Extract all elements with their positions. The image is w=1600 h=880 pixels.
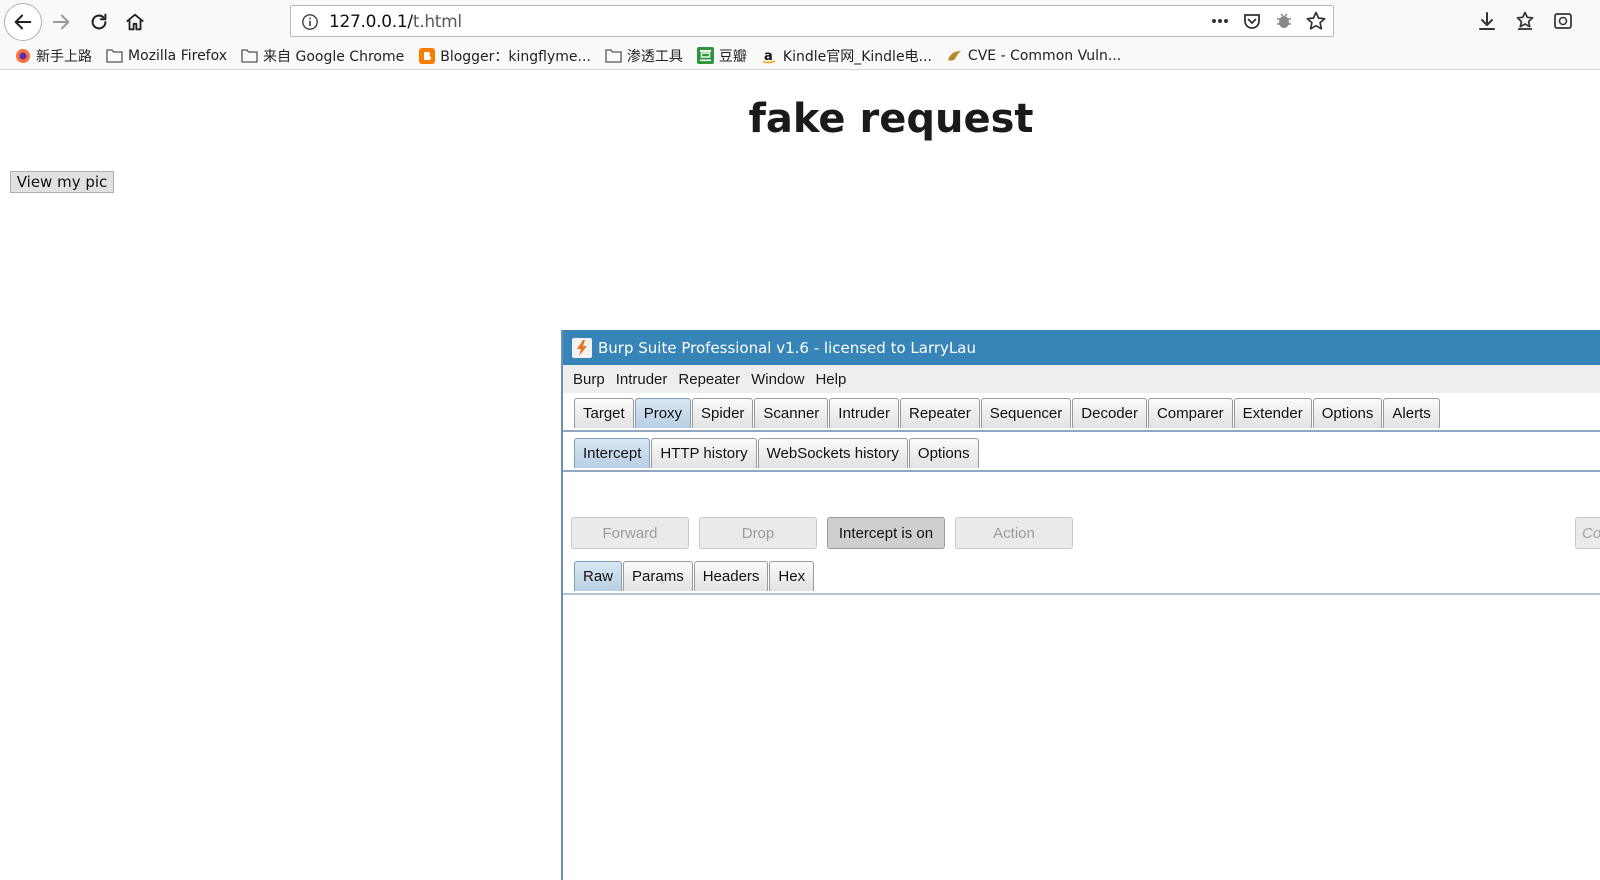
- proxy-sub-tabs: Intercept HTTP history WebSockets histor…: [563, 438, 1600, 472]
- bookmark-folder[interactable]: 渗透工具: [605, 46, 683, 66]
- firefox-icon: [14, 47, 31, 64]
- bookmark-label: 来自 Google Chrome: [263, 48, 405, 65]
- tab-http-history[interactable]: HTTP history: [651, 438, 757, 468]
- bookmark-label: 新手上路: [36, 48, 92, 65]
- bookmark-label: Mozilla Firefox: [128, 47, 228, 64]
- bookmark-label: 渗透工具: [626, 48, 683, 65]
- folder-icon: [605, 47, 622, 64]
- reload-icon: [91, 13, 107, 30]
- menu-window[interactable]: Window: [751, 371, 804, 388]
- forward-arrow-icon: [52, 14, 70, 30]
- forward-button[interactable]: Forward: [571, 517, 689, 549]
- burp-main-tabs: Target Proxy Spider Scanner Intruder Rep…: [563, 398, 1600, 432]
- burp-suite-window: Burp Suite Professional v1.6 - licensed …: [561, 330, 1600, 880]
- bookmarks-library-icon[interactable]: [1513, 9, 1537, 33]
- home-icon: [126, 13, 144, 31]
- url-text[interactable]: 127.0.0.1/t.html: [329, 12, 462, 32]
- bookmark-label: Kindle官网_Kindle电...: [782, 48, 932, 65]
- comment-field[interactable]: Com: [1575, 517, 1600, 549]
- amazon-icon: a: [761, 47, 778, 64]
- forward-button[interactable]: [42, 3, 80, 41]
- site-info-icon[interactable]: [301, 13, 319, 31]
- downloads-icon[interactable]: [1475, 9, 1499, 33]
- bookmark-item[interactable]: a Kindle官网_Kindle电...: [761, 46, 932, 66]
- browser-toolbar: 127.0.0.1/t.html: [0, 0, 1600, 42]
- page-title: fake request: [748, 96, 1034, 142]
- tab-comparer[interactable]: Comparer: [1147, 398, 1233, 428]
- menu-help[interactable]: Help: [815, 371, 846, 388]
- menu-burp[interactable]: Burp: [573, 371, 605, 388]
- intercept-toggle-button[interactable]: Intercept is on: [827, 517, 945, 549]
- action-button[interactable]: Action: [955, 517, 1073, 549]
- reader-extension-icon[interactable]: [1551, 9, 1575, 33]
- url-host: 127.0.0.1/: [329, 12, 413, 32]
- reload-button[interactable]: [80, 3, 118, 41]
- tab-options[interactable]: Options: [1312, 398, 1383, 428]
- message-view-tabs: Raw Params Headers Hex: [563, 561, 1600, 595]
- drop-button[interactable]: Drop: [699, 517, 817, 549]
- burp-menubar: Burp Intruder Repeater Window Help: [563, 365, 1600, 393]
- tab-proxy[interactable]: Proxy: [634, 398, 692, 428]
- tab-raw[interactable]: Raw: [574, 561, 623, 591]
- tab-repeater[interactable]: Repeater: [899, 398, 980, 428]
- view-my-pic-button[interactable]: View my pic: [10, 171, 114, 193]
- bookmark-folder[interactable]: 来自 Google Chrome: [241, 46, 404, 66]
- back-arrow-icon: [14, 14, 32, 30]
- tab-extender[interactable]: Extender: [1233, 398, 1312, 428]
- blogger-icon: [418, 47, 435, 64]
- bookmarks-toolbar: 新手上路 Mozilla Firefox 来自 Google Chrome Bl…: [0, 42, 1600, 70]
- burp-logo-icon: [572, 337, 592, 358]
- tab-websockets-history[interactable]: WebSockets history: [757, 438, 908, 468]
- page-actions-menu-icon[interactable]: [1209, 10, 1231, 32]
- home-button[interactable]: [116, 3, 154, 41]
- douban-icon: [696, 47, 714, 64]
- menu-intruder[interactable]: Intruder: [616, 371, 668, 388]
- bookmark-item[interactable]: 新手上路: [14, 46, 92, 66]
- burp-window-title: Burp Suite Professional v1.6 - licensed …: [598, 338, 976, 357]
- intercept-actions: Forward Drop Intercept is on Action Com: [571, 517, 1600, 549]
- bookmark-label: Blogger：kingflyme...: [440, 48, 591, 65]
- tab-proxy-options[interactable]: Options: [908, 438, 979, 468]
- bookmark-label: CVE - Common Vuln...: [967, 47, 1122, 64]
- bookmark-folder[interactable]: Mozilla Firefox: [106, 47, 227, 64]
- bookmark-item[interactable]: Blogger：kingflyme...: [418, 46, 591, 66]
- folder-icon: [241, 47, 258, 64]
- request-editor[interactable]: [563, 595, 1600, 880]
- burp-titlebar[interactable]: Burp Suite Professional v1.6 - licensed …: [563, 330, 1600, 365]
- tab-intercept[interactable]: Intercept: [574, 438, 651, 468]
- tab-headers[interactable]: Headers: [693, 561, 769, 591]
- tab-params[interactable]: Params: [623, 561, 693, 591]
- url-bar[interactable]: 127.0.0.1/t.html: [290, 5, 1334, 37]
- pocket-icon[interactable]: [1241, 10, 1263, 32]
- extension-bug-icon[interactable]: [1273, 10, 1295, 32]
- tab-target[interactable]: Target: [574, 398, 634, 428]
- bookmark-label: 豆瓣: [718, 48, 747, 65]
- bookmark-item[interactable]: CVE - Common Vuln...: [946, 47, 1121, 64]
- bookmark-item[interactable]: 豆瓣: [696, 46, 747, 66]
- back-button[interactable]: [4, 3, 42, 41]
- bookmark-star-icon[interactable]: [1305, 10, 1327, 32]
- tab-hex[interactable]: Hex: [769, 561, 815, 591]
- tab-decoder[interactable]: Decoder: [1072, 398, 1147, 428]
- tab-scanner[interactable]: Scanner: [754, 398, 829, 428]
- tab-spider[interactable]: Spider: [692, 398, 754, 428]
- folder-icon: [106, 47, 123, 64]
- tab-sequencer[interactable]: Sequencer: [980, 398, 1072, 428]
- tab-intruder[interactable]: Intruder: [829, 398, 899, 428]
- cve-icon: [946, 47, 963, 64]
- url-path: t.html: [412, 12, 462, 32]
- tab-alerts[interactable]: Alerts: [1383, 398, 1440, 428]
- menu-repeater[interactable]: Repeater: [678, 371, 740, 388]
